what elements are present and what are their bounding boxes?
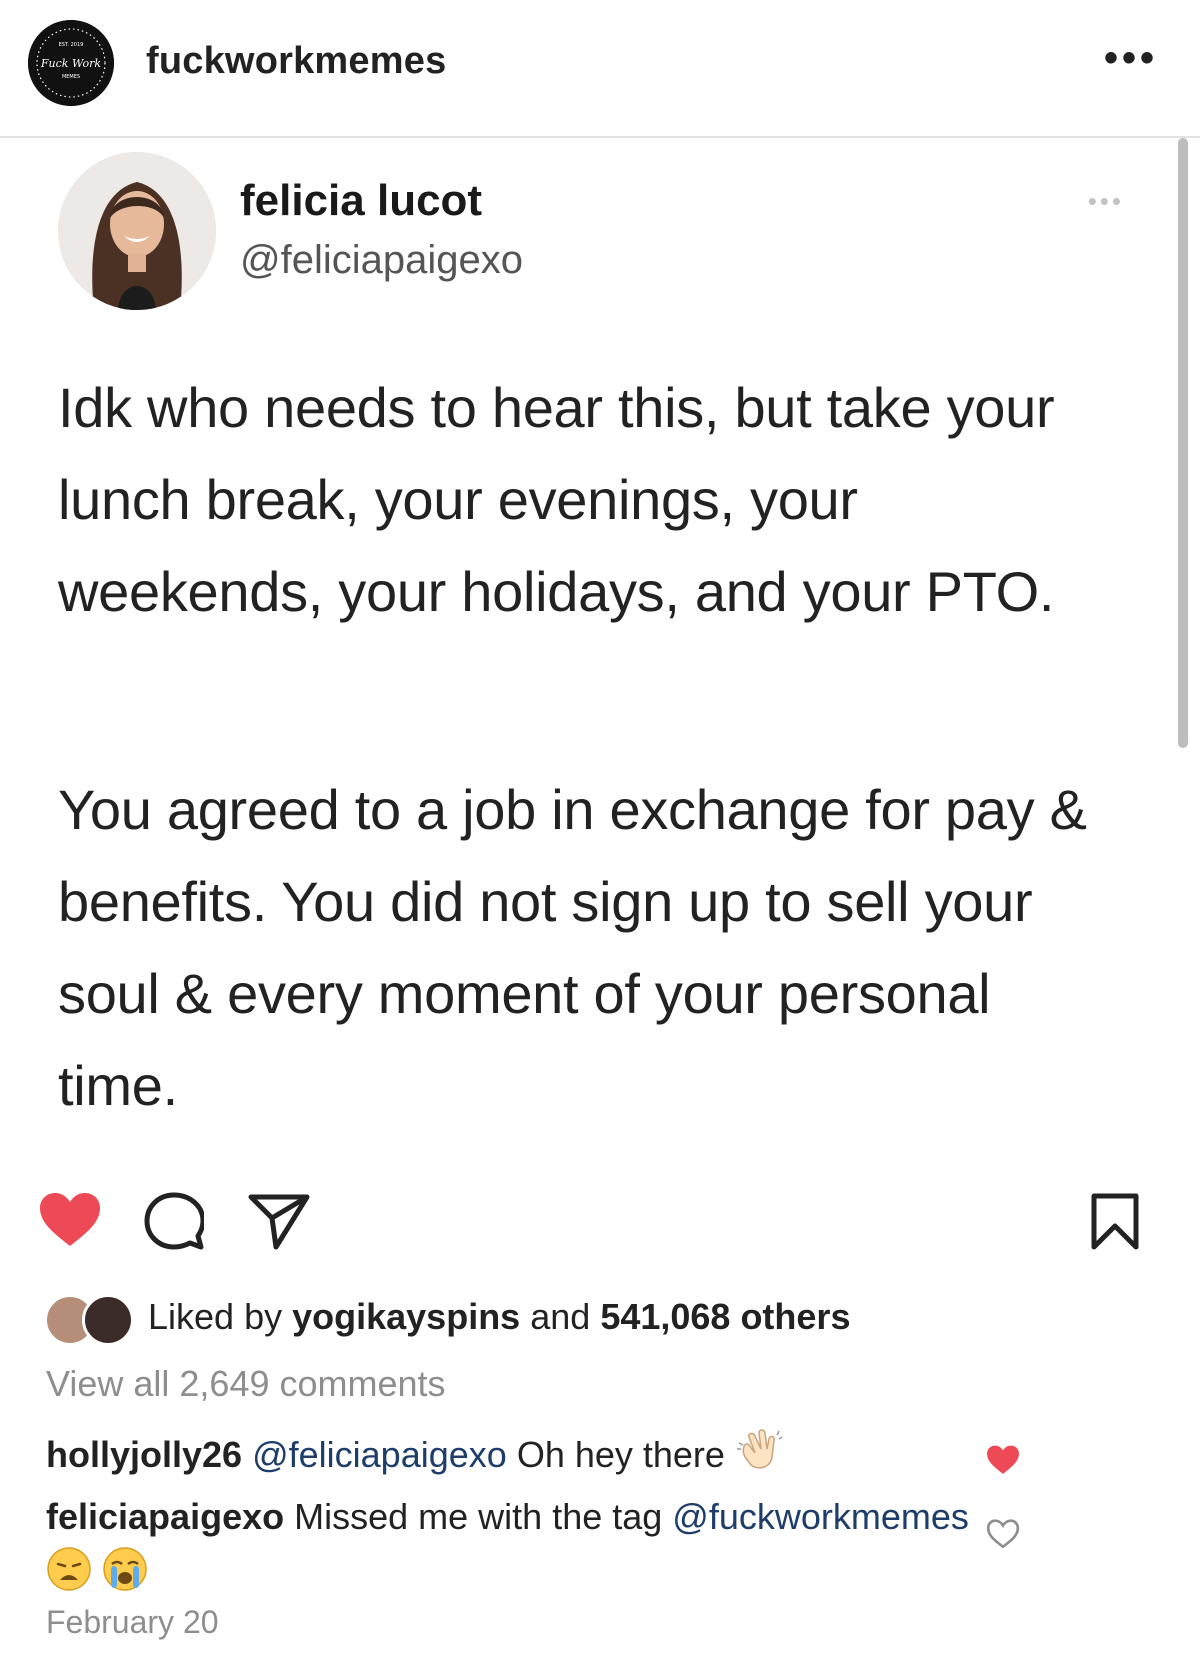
comment-mention[interactable]: @feliciapaigexo: [252, 1434, 507, 1475]
comment-text: Missed me with the tag: [294, 1496, 663, 1537]
svg-text:Fuck Work: Fuck Work: [40, 57, 101, 70]
account-avatar[interactable]: EST. 2019 Fuck Work MEMES: [28, 20, 114, 106]
tweet-handle: @feliciapaigexo: [240, 238, 523, 282]
tweet-paragraph-2: You agreed to a job in exchange for pay …: [58, 778, 1087, 1117]
post-header: EST. 2019 Fuck Work MEMES fuckworkmemes …: [0, 0, 1200, 138]
heart-filled-icon[interactable]: [38, 1192, 102, 1248]
tweet-more-icon: •••: [1087, 186, 1124, 216]
likes-text[interactable]: Liked by yogikayspins and 541,068 others: [148, 1296, 850, 1338]
first-liker[interactable]: yogikayspins: [292, 1296, 520, 1337]
comment-username[interactable]: feliciapaigexo: [46, 1496, 284, 1537]
comment-item: feliciapaigexo Missed me with the tag @f…: [46, 1488, 1066, 1609]
liker-avatars: [44, 1290, 134, 1346]
likes-prefix: Liked by: [148, 1296, 283, 1337]
tweet-display-name: felicia lucot: [240, 176, 483, 225]
person-photo-icon: [58, 152, 216, 310]
comment-mention[interactable]: @fuckworkmemes: [672, 1496, 969, 1537]
comment-bubble-icon[interactable]: [144, 1192, 204, 1250]
view-all-comments-link[interactable]: View all 2,649 comments: [46, 1363, 446, 1405]
waving-hand-emoji-icon: [735, 1427, 783, 1488]
more-options-icon[interactable]: •••: [1104, 38, 1158, 78]
account-logo-icon: EST. 2019 Fuck Work MEMES: [28, 20, 114, 106]
likes-count[interactable]: 541,068 others: [600, 1296, 850, 1337]
comment-like-heart-filled-icon[interactable]: [986, 1434, 1020, 1492]
comment-text: Oh hey there: [516, 1434, 725, 1475]
post-image: felicia lucot @feliciapaigexo ••• Idk wh…: [0, 138, 1200, 1168]
tweet-paragraph-1: Idk who needs to hear this, but take you…: [58, 376, 1055, 623]
image-scrollbar: [1178, 138, 1188, 748]
comment-like-heart-outline-icon[interactable]: [986, 1508, 1020, 1566]
likes-connector: and: [530, 1296, 591, 1337]
paper-plane-icon[interactable]: [248, 1192, 310, 1250]
account-name[interactable]: fuckworkmemes: [146, 40, 446, 83]
comment-item: hollyjolly26 @feliciapaigexo Oh hey ther…: [46, 1426, 1066, 1488]
comment-username[interactable]: hollyjolly26: [46, 1434, 242, 1475]
post-actions: [0, 1178, 1200, 1268]
tweet-author-avatar: [58, 152, 216, 310]
svg-text:MEMES: MEMES: [62, 74, 80, 80]
loudly-crying-face-emoji-icon: [102, 1546, 148, 1609]
svg-text:EST. 2019: EST. 2019: [59, 42, 84, 48]
weary-face-emoji-icon: [46, 1546, 92, 1609]
post-date: February 20: [46, 1604, 219, 1640]
bookmark-icon[interactable]: [1090, 1192, 1140, 1250]
liker-avatar: [82, 1294, 134, 1346]
